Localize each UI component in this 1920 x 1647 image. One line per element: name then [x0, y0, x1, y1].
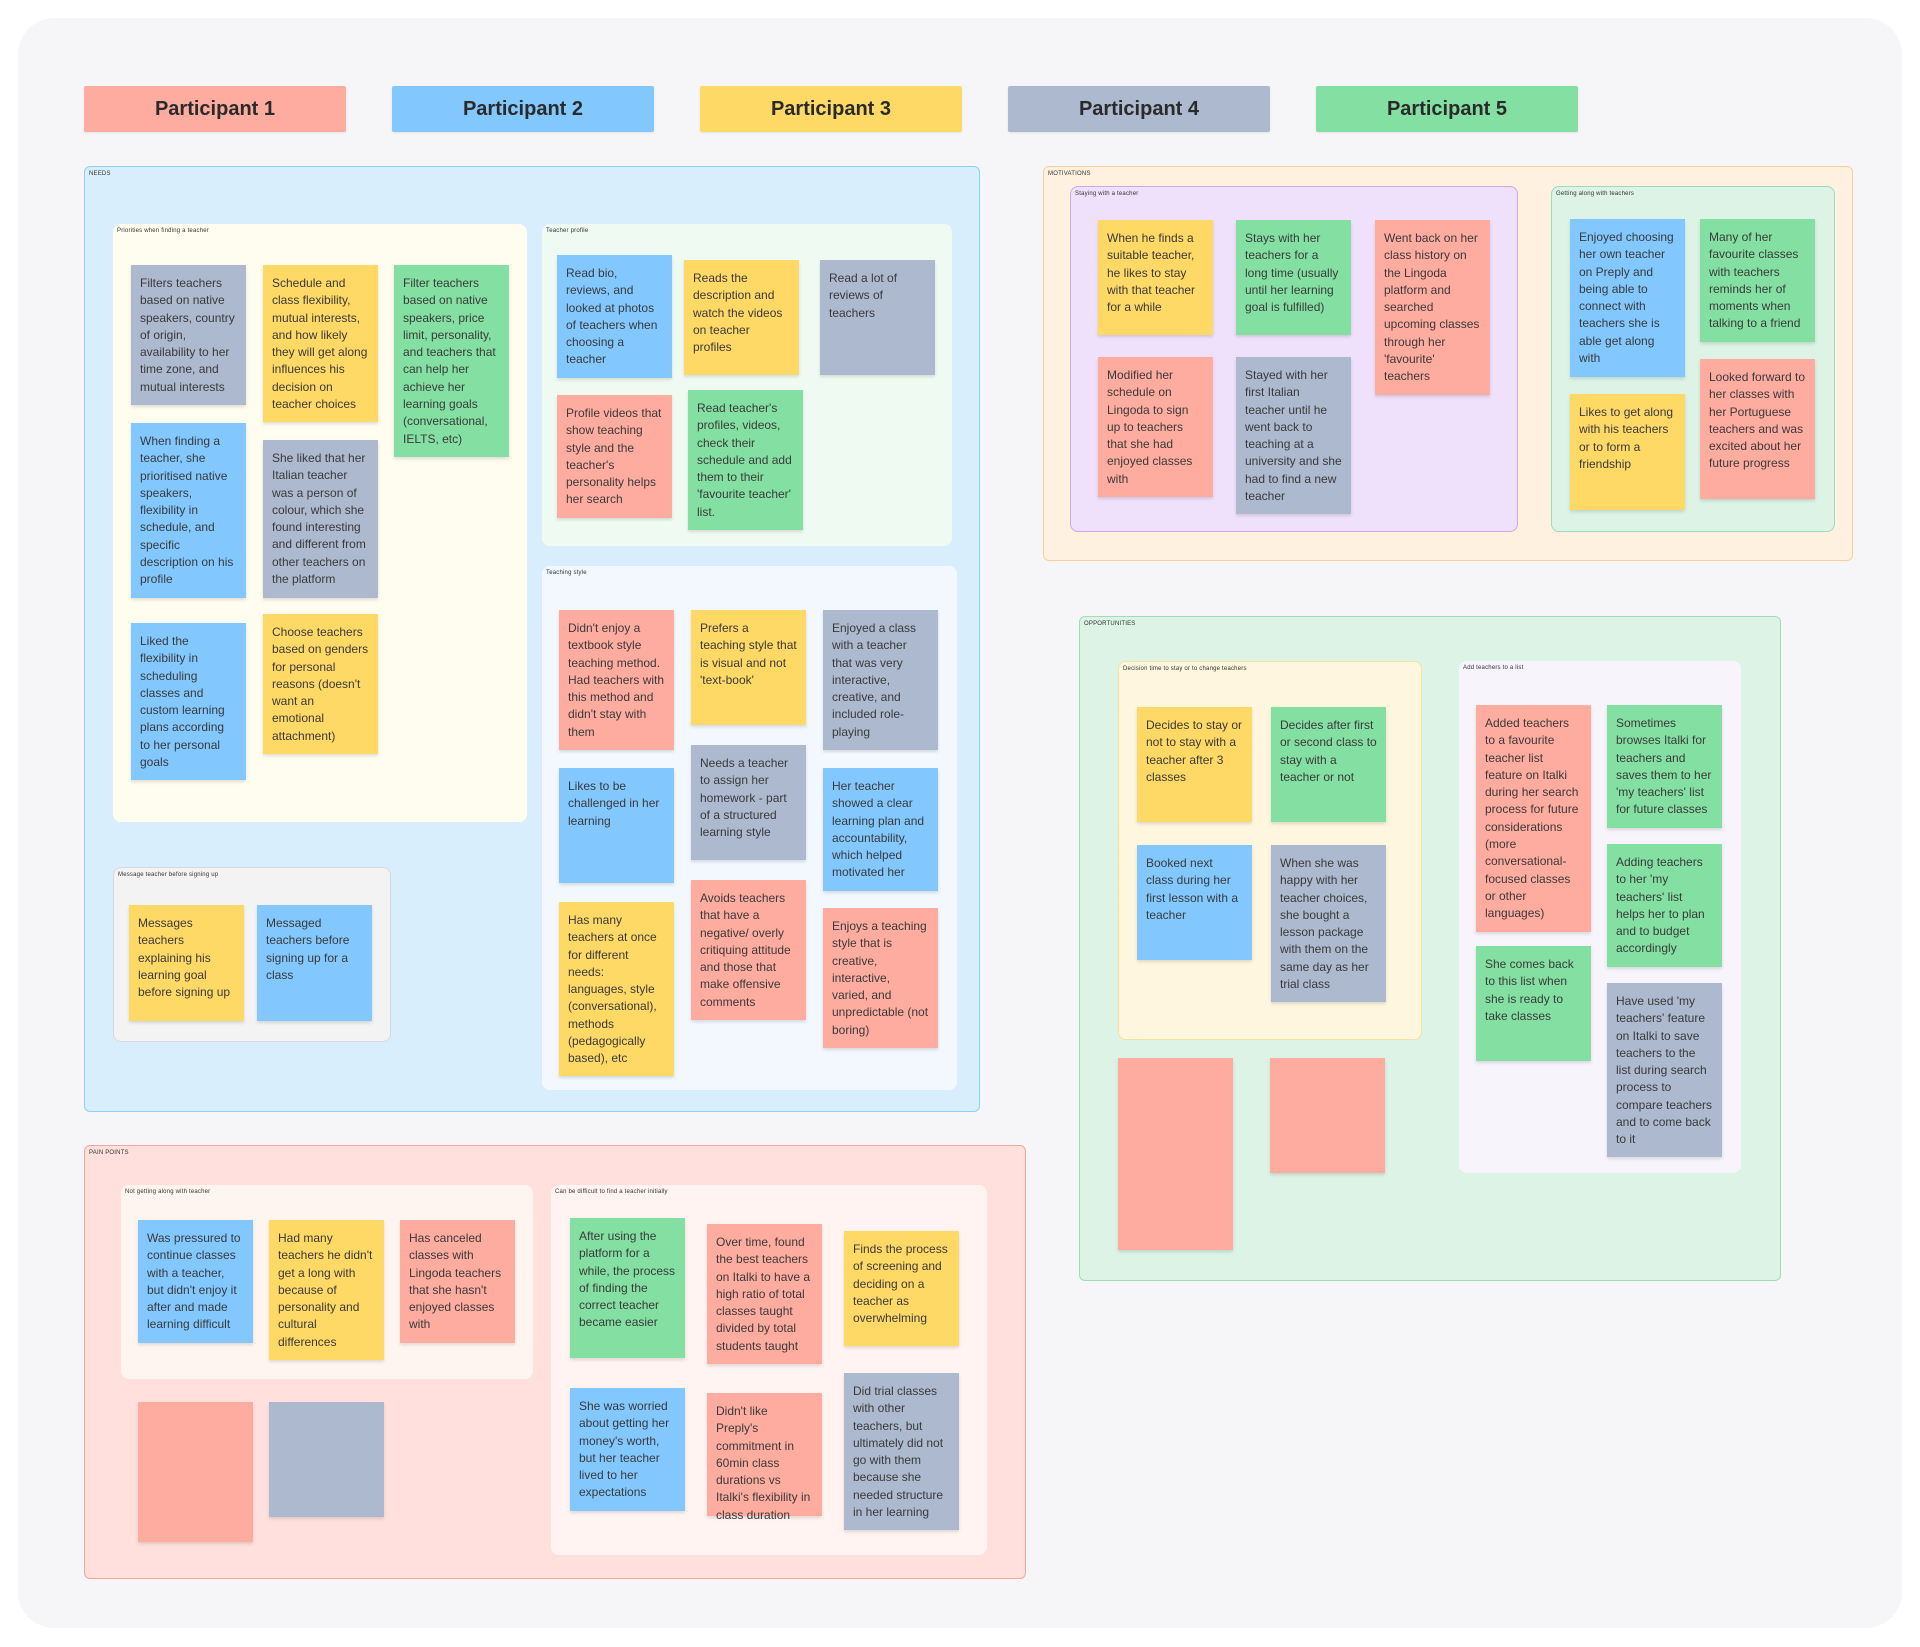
sticky-note[interactable]	[138, 1402, 253, 1542]
group-label: Teacher profile	[546, 228, 589, 234]
sticky-note[interactable]: Looked forward to her classes with her P…	[1700, 359, 1815, 499]
sticky-note[interactable]: Sometimes browses Italki for teachers an…	[1607, 705, 1722, 828]
sticky-note[interactable]: Her teacher showed a clear learning plan…	[823, 768, 938, 891]
sticky-note[interactable]: Had many teachers he didn't get a long w…	[269, 1220, 384, 1360]
sticky-note[interactable]: Needs a teacher to assign her homework -…	[691, 745, 806, 860]
sticky-note[interactable]: Adding teachers to her 'my teachers' lis…	[1607, 844, 1722, 967]
sticky-note[interactable]: Avoids teachers that have a negative/ ov…	[691, 880, 806, 1020]
sticky-note[interactable]: Didn't enjoy a textbook style teaching m…	[559, 610, 674, 750]
sticky-note[interactable]: When she was happy with her teacher choi…	[1271, 845, 1386, 1002]
sticky-note[interactable]: When finding a teacher, she prioritised …	[131, 423, 246, 598]
group-label: Message teacher before signing up	[118, 872, 219, 878]
sticky-note[interactable]: After using the platform for a while, th…	[570, 1218, 685, 1358]
sticky-note[interactable]: Added teachers to a favourite teacher li…	[1476, 705, 1591, 932]
sticky-note[interactable]: Reads the description and watch the vide…	[684, 260, 799, 375]
sticky-note[interactable]	[269, 1402, 384, 1517]
group-label: Decision time to stay or to change teach…	[1123, 666, 1247, 672]
sticky-note[interactable]: Was pressured to continue classes with a…	[138, 1220, 253, 1343]
sticky-note[interactable]: Went back on her class history on the Li…	[1375, 220, 1490, 395]
section-label: PAIN POINTS	[89, 1150, 129, 1156]
sticky-note[interactable]: Enjoyed a class with a teacher that was …	[823, 610, 938, 750]
sticky-note[interactable]: Has canceled classes with Lingoda teache…	[400, 1220, 515, 1343]
sticky-note[interactable]: She liked that her Italian teacher was a…	[263, 440, 378, 598]
sticky-note[interactable]: Stayed with her first Italian teacher un…	[1236, 357, 1351, 514]
sticky-note[interactable]: Filters teachers based on native speaker…	[131, 265, 246, 405]
section-label: OPPORTUNITIES	[1084, 621, 1136, 627]
group-label: Add teachers to a list	[1463, 665, 1524, 671]
section-label: MOTIVATIONS	[1048, 171, 1091, 177]
sticky-note[interactable]	[1270, 1058, 1385, 1173]
group-label: Not getting along with teacher	[125, 1189, 211, 1195]
group-label: Getting along with teachers	[1556, 191, 1635, 197]
participant-5-label[interactable]: Participant 5	[1316, 86, 1578, 132]
sticky-note[interactable]: Finds the process of screening and decid…	[844, 1231, 959, 1346]
sticky-note[interactable]: Over time, found the best teachers on It…	[707, 1224, 822, 1364]
sticky-note[interactable]: Did trial classes with other teachers, b…	[844, 1373, 959, 1530]
sticky-note[interactable]: Many of her favourite classes with teach…	[1700, 219, 1815, 342]
sticky-note[interactable]: Messaged teachers before signing up for …	[257, 905, 372, 1021]
sticky-note[interactable]: Choose teachers based on genders for per…	[263, 614, 378, 754]
sticky-note[interactable]: Prefers a teaching style that is visual …	[691, 610, 806, 725]
sticky-note[interactable]: Have used 'my teachers' feature on Italk…	[1607, 983, 1722, 1157]
sticky-note[interactable]: She was worried about getting her money'…	[570, 1388, 685, 1511]
sticky-note[interactable]: She comes back to this list when she is …	[1476, 946, 1591, 1061]
group-label: Priorities when finding a teacher	[117, 228, 209, 234]
group-label: Teaching style	[546, 570, 587, 576]
sticky-note[interactable]: Enjoys a teaching style that is creative…	[823, 908, 938, 1048]
sticky-note[interactable]: Schedule and class flexibility, mutual i…	[263, 265, 378, 422]
group-label: Can be difficult to find a teacher initi…	[555, 1189, 668, 1195]
sticky-note[interactable]: Read teacher's profiles, videos, check t…	[688, 390, 803, 530]
sticky-note[interactable]: Decides to stay or not to stay with a te…	[1137, 707, 1252, 822]
section-label: NEEDS	[89, 171, 111, 177]
sticky-note[interactable]: Messages teachers explaining his learnin…	[129, 905, 244, 1021]
sticky-note[interactable]: Read bio, reviews, and looked at photos …	[557, 255, 672, 378]
sticky-note[interactable]: Filter teachers based on native speakers…	[394, 265, 509, 457]
sticky-note[interactable]	[1118, 1058, 1233, 1250]
sticky-note[interactable]: Likes to get along with his teachers or …	[1570, 394, 1685, 510]
sticky-note[interactable]: Has many teachers at once for different …	[559, 902, 674, 1076]
participant-1-label[interactable]: Participant 1	[84, 86, 346, 132]
sticky-note[interactable]: Likes to be challenged in her learning	[559, 768, 674, 883]
sticky-note[interactable]: Decides after first or second class to s…	[1271, 707, 1386, 822]
sticky-note[interactable]: Profile videos that show teaching style …	[557, 395, 672, 518]
participant-4-label[interactable]: Participant 4	[1008, 86, 1270, 132]
sticky-note[interactable]: When he finds a suitable teacher, he lik…	[1098, 220, 1213, 335]
sticky-note[interactable]: Stays with her teachers for a long time …	[1236, 220, 1351, 335]
participant-3-label[interactable]: Participant 3	[700, 86, 962, 132]
sticky-note[interactable]: Modified her schedule on Lingoda to sign…	[1098, 357, 1213, 497]
sticky-note[interactable]: Read a lot of reviews of teachers	[820, 260, 935, 375]
sticky-note[interactable]: Enjoyed choosing her own teacher on Prep…	[1570, 219, 1685, 377]
group-label: Staying with a teacher	[1075, 191, 1139, 197]
sticky-note[interactable]: Liked the flexibility in scheduling clas…	[131, 623, 246, 780]
sticky-note[interactable]: Booked next class during her first lesso…	[1137, 845, 1252, 960]
sticky-note[interactable]: Didn't like Preply's commitment in 60min…	[707, 1393, 822, 1522]
participant-2-label[interactable]: Participant 2	[392, 86, 654, 132]
